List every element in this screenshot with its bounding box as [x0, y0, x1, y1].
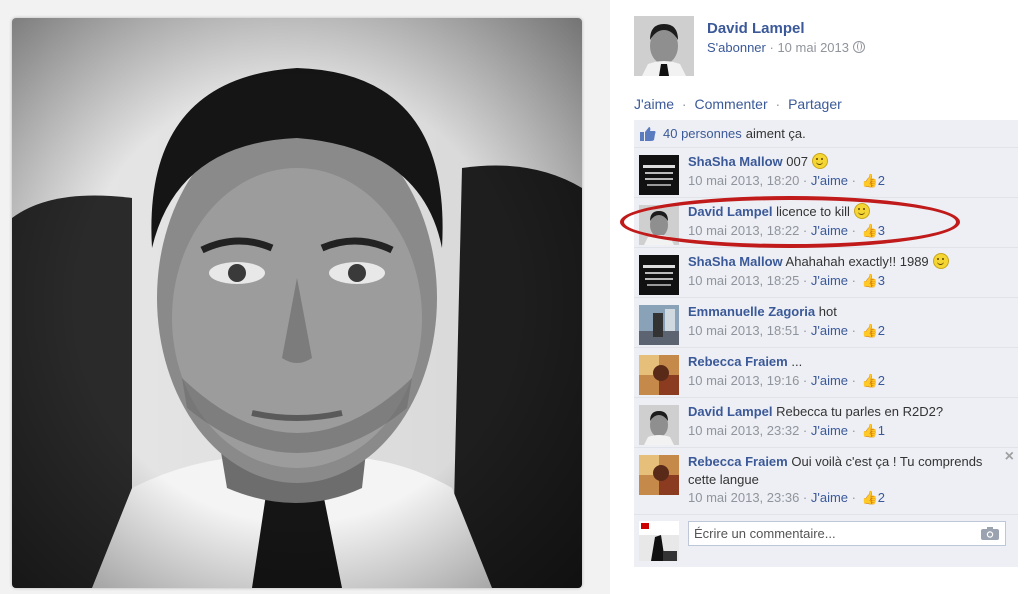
comment-like-link[interactable]: J'aime [811, 373, 848, 388]
like-count-icon[interactable]: 👍 [862, 223, 878, 239]
comment-time[interactable]: 10 mai 2013, 18:51 [688, 323, 799, 338]
post-actions: J'aime · Commenter · Partager [634, 96, 842, 112]
like-count-icon[interactable]: 👍 [862, 323, 878, 339]
comment-time[interactable]: 10 mai 2013, 23:36 [688, 490, 799, 505]
comment-text: 007 [786, 154, 808, 169]
comment-like-count[interactable]: 2 [878, 490, 885, 505]
commenter-name[interactable]: David Lampel [688, 204, 773, 219]
comment-like-link[interactable]: J'aime [811, 423, 848, 438]
comment-like-count[interactable]: 2 [878, 323, 885, 338]
like-count-icon[interactable]: 👍 [862, 423, 878, 439]
comment-time[interactable]: 10 mai 2013, 18:25 [688, 273, 799, 288]
comment-text: hot [818, 304, 837, 319]
comment-time[interactable]: 10 mai 2013, 23:32 [688, 423, 799, 438]
comment-like-link[interactable]: J'aime [811, 223, 848, 238]
comment-composer: Écrire un commentaire... [634, 515, 1018, 567]
smiley-icon [853, 203, 870, 219]
comment-text: Rebecca tu parles en R2D2? [776, 404, 944, 419]
comment-body: ShaSha Mallow 007 [688, 153, 1006, 171]
comment-body: Rebecca Fraiem Oui voilà c'est ça ! Tu c… [688, 453, 1006, 489]
viewer-avatar [639, 521, 679, 561]
comment-like-link[interactable]: J'aime [811, 273, 848, 288]
like-count-icon[interactable]: 👍 [862, 373, 878, 389]
commenter-avatar[interactable] [639, 305, 679, 345]
comment-meta: 10 mai 2013, 18:51 · J'aime · 👍2 [688, 323, 886, 339]
commenter-avatar[interactable] [639, 355, 679, 395]
post-photo[interactable] [12, 18, 582, 588]
comment-like-link[interactable]: J'aime [811, 173, 848, 188]
like-count-icon[interactable]: 👍 [862, 173, 878, 189]
like-count-icon[interactable]: 👍 [862, 273, 878, 289]
comment-text: licence to kill [776, 204, 850, 219]
camera-icon[interactable] [981, 527, 999, 540]
comment-like-link[interactable]: J'aime [811, 323, 848, 338]
comment-like-count[interactable]: 3 [878, 273, 885, 288]
comment-like-link[interactable]: J'aime [811, 490, 848, 505]
separator: · [681, 96, 687, 112]
comment-text: Ahahahah exactly!! 1989 [785, 254, 929, 269]
comment-item: ShaSha Mallow Ahahahah exactly!! 1989 10… [634, 248, 1018, 298]
commenter-avatar[interactable] [639, 255, 679, 295]
comment-time[interactable]: 10 mai 2013, 19:16 [688, 373, 799, 388]
author-name[interactable]: David Lampel [707, 20, 805, 37]
post-sidebar: David Lampel S'abonner · 10 mai 2013 J'a… [610, 0, 1024, 594]
comment-like-count[interactable]: 2 [878, 373, 885, 388]
commenter-avatar[interactable] [639, 455, 679, 495]
post-date[interactable]: 10 mai 2013 [777, 40, 849, 55]
comments-box: 40 personnes aiment ça. ShaSha Mallow 00… [634, 120, 1018, 567]
comment-like-count[interactable]: 3 [878, 223, 885, 238]
comment-action[interactable]: Commenter [694, 96, 767, 112]
commenter-name[interactable]: ShaSha Mallow [688, 154, 783, 169]
like-count-icon[interactable]: 👍 [862, 490, 878, 506]
comment-like-count[interactable]: 2 [878, 173, 885, 188]
like-action[interactable]: J'aime [634, 96, 674, 112]
meta-separator: · [765, 40, 778, 55]
comment-body: ShaSha Mallow Ahahahah exactly!! 1989 [688, 253, 1006, 271]
comment-item: David Lampel licence to kill 10 mai 2013… [634, 198, 1018, 248]
subscribe-link[interactable]: S'abonner [707, 40, 766, 55]
commenter-name[interactable]: Emmanuelle Zagoria [688, 304, 815, 319]
globe-icon[interactable] [853, 41, 865, 53]
remove-comment-icon[interactable]: × [1005, 448, 1014, 466]
likes-summary: 40 personnes aiment ça. [634, 120, 1018, 148]
smiley-icon [811, 153, 828, 169]
share-action[interactable]: Partager [788, 96, 842, 112]
comment-meta: 10 mai 2013, 23:36 · J'aime · 👍2 [688, 490, 886, 506]
commenter-name[interactable]: ShaSha Mallow [688, 254, 783, 269]
comment-body: Rebecca Fraiem ... [688, 353, 1006, 371]
likes-count-link[interactable]: 40 personnes [663, 126, 742, 141]
likes-text: aiment ça. [745, 126, 806, 141]
commenter-avatar[interactable] [639, 205, 679, 245]
comment-body: David Lampel Rebecca tu parles en R2D2? [688, 403, 1006, 421]
author-avatar[interactable] [634, 16, 694, 76]
comment-item: Emmanuelle Zagoria hot 10 mai 2013, 18:5… [634, 298, 1018, 348]
comment-meta: 10 mai 2013, 19:16 · J'aime · 👍2 [688, 373, 886, 389]
comment-input[interactable]: Écrire un commentaire... [688, 521, 1006, 546]
smiley-icon [932, 253, 949, 269]
post-meta: S'abonner · 10 mai 2013 [707, 40, 865, 55]
comment-placeholder: Écrire un commentaire... [694, 526, 836, 541]
comment-body: David Lampel licence to kill [688, 203, 1006, 221]
comment-item: ShaSha Mallow 007 10 mai 2013, 18:20 · J… [634, 148, 1018, 198]
commenter-avatar[interactable] [639, 155, 679, 195]
photo-viewer [0, 0, 610, 594]
comment-time[interactable]: 10 mai 2013, 18:22 [688, 223, 799, 238]
comment-meta: 10 mai 2013, 18:25 · J'aime · 👍3 [688, 273, 886, 289]
comment-time[interactable]: 10 mai 2013, 18:20 [688, 173, 799, 188]
comment-item: David Lampel Rebecca tu parles en R2D2? … [634, 398, 1018, 448]
separator: · [775, 96, 781, 112]
commenter-name[interactable]: Rebecca Fraiem [688, 354, 788, 369]
commenter-name[interactable]: Rebecca Fraiem [688, 454, 788, 469]
comment-meta: 10 mai 2013, 18:22 · J'aime · 👍3 [688, 223, 886, 239]
thumbs-up-icon [640, 126, 656, 141]
commenter-avatar[interactable] [639, 405, 679, 445]
comment-meta: 10 mai 2013, 23:32 · J'aime · 👍1 [688, 423, 886, 439]
comment-text: ... [791, 354, 803, 369]
commenter-name[interactable]: David Lampel [688, 404, 773, 419]
comment-item: Rebecca Fraiem Oui voilà c'est ça ! Tu c… [634, 448, 1018, 515]
comment-meta: 10 mai 2013, 18:20 · J'aime · 👍2 [688, 173, 886, 189]
comment-like-count[interactable]: 1 [878, 423, 885, 438]
comment-item: Rebecca Fraiem ... 10 mai 2013, 19:16 · … [634, 348, 1018, 398]
comment-body: Emmanuelle Zagoria hot [688, 303, 1006, 321]
